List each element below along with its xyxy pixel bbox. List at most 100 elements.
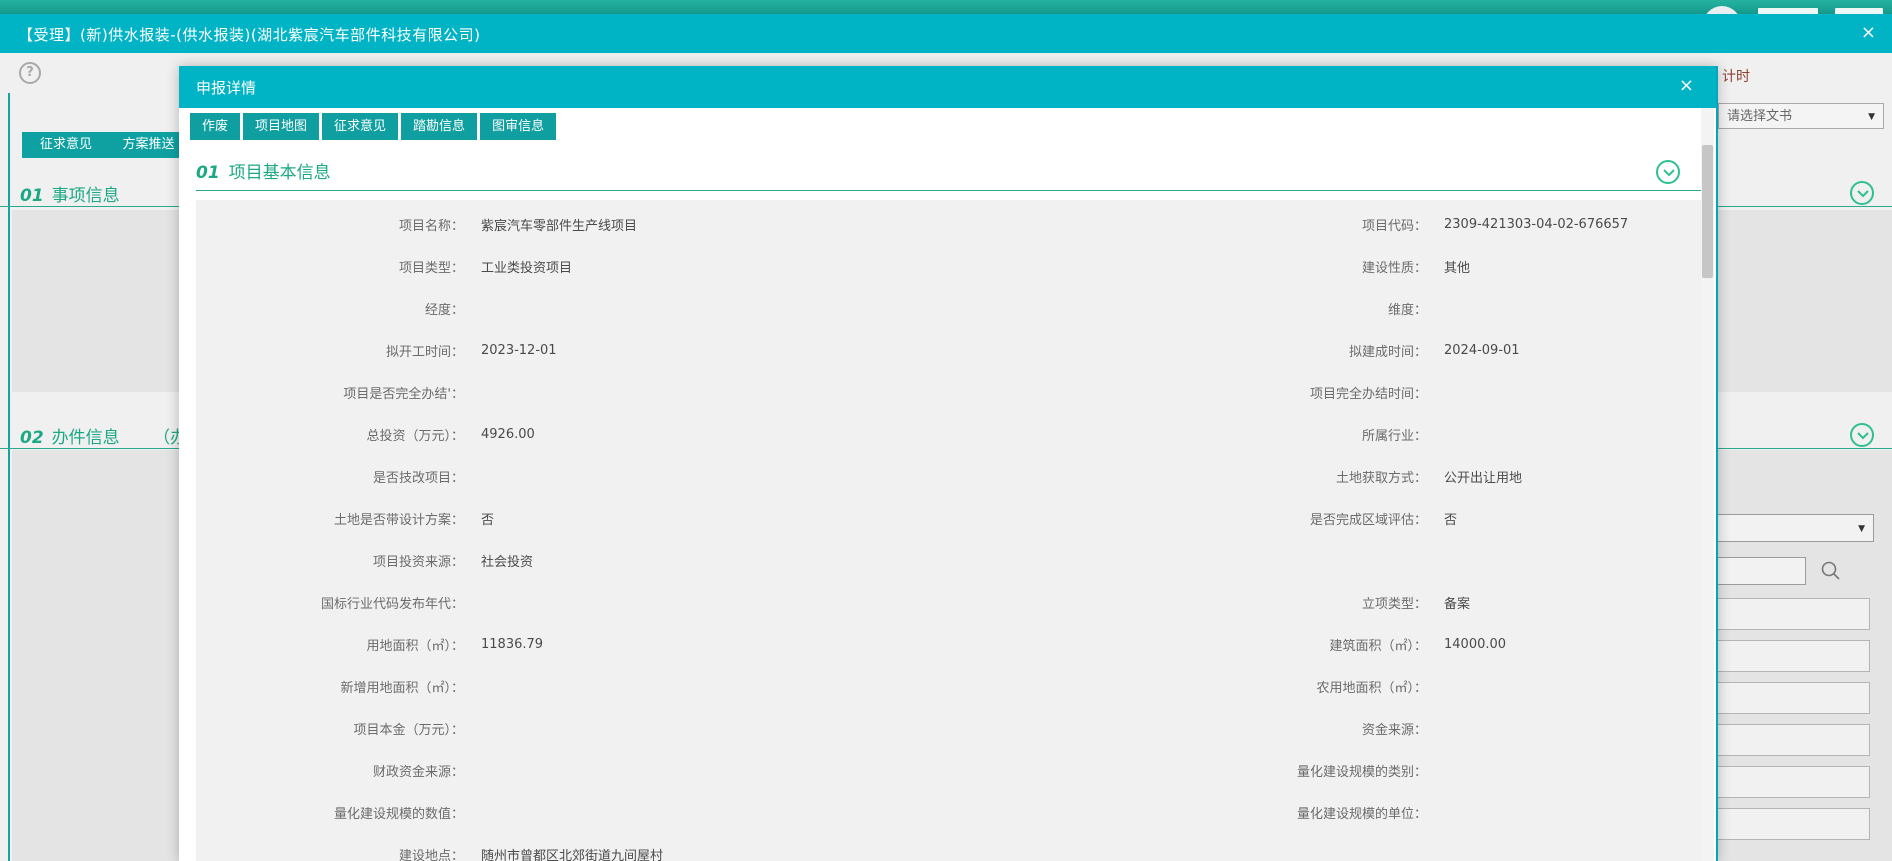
field-cell: 量化建设规模的单位： (949, 803, 1702, 822)
field-cell: 拟建成时间：2024-09-01 (949, 341, 1702, 360)
bg-right-input-2[interactable] (1706, 640, 1870, 672)
field-cell: 立项类型： 备案 (949, 593, 1702, 612)
window-close-icon[interactable]: × (1857, 22, 1880, 44)
field-value: 否 (1444, 509, 1457, 528)
bg-right-input-1[interactable] (1706, 598, 1870, 630)
field-label: 量化建设规模的类别： (949, 761, 1427, 780)
field-value: 2309-421303-04-02-676657 (1444, 217, 1628, 232)
bg-section2-title: 办件信息 (52, 428, 120, 448)
modal-close-icon[interactable]: × (1679, 75, 1694, 96)
field-value: 随州市曾都区北郊街道九间屋村 (481, 845, 663, 861)
field-cell: 财政资金来源： (196, 761, 949, 780)
collapse-chevron-icon[interactable] (1656, 160, 1680, 184)
field-row: 经度：维度： (196, 287, 1702, 329)
field-label: 维度： (949, 299, 1427, 318)
field-cell: 总投资（万元）： 4926.00 (196, 425, 949, 444)
help-icon[interactable]: ? (19, 62, 41, 84)
field-row: 项目本金（万元）： 资金来源： (196, 707, 1702, 749)
window-title-bar: 【受理】(新)供水报装-(供水报装)(湖北紫宸汽车部件科技有限公司) × (0, 14, 1892, 53)
field-label: 项目是否完全办结'： (196, 383, 464, 402)
bg-section2-number: 02 (20, 428, 44, 448)
user-avatar[interactable] (1703, 6, 1741, 14)
field-value: 2023-12-01 (481, 343, 557, 358)
modal-scrollbar-thumb[interactable] (1702, 145, 1713, 278)
field-value: 2024-09-01 (1444, 343, 1520, 358)
field-value: 否 (481, 509, 494, 528)
field-value: 其他 (1444, 257, 1470, 276)
field-cell: 量化建设规模的类别： (949, 761, 1702, 780)
declaration-detail-modal: 申报详情 × 作废项目地图征求意见踏勘信息图审信息 01项目基本信息 项目名称：… (179, 66, 1718, 861)
bg-right-input-4[interactable] (1706, 724, 1870, 756)
search-icon[interactable] (1820, 560, 1842, 582)
field-cell: 项目代码：2309-421303-04-02-676657 (949, 215, 1702, 234)
field-cell: 国标行业代码发布年代： (196, 593, 949, 612)
modal-toolbar-button-0[interactable]: 作废 (190, 113, 240, 140)
modal-scrollbar-track[interactable] (1701, 108, 1714, 861)
field-label: 建筑面积（㎡）： (949, 635, 1427, 654)
field-row: 建设地点：随州市曾都区北郊街道九间屋村 (196, 833, 1702, 861)
field-value: 14000.00 (1444, 637, 1506, 652)
collapse-chevron-icon[interactable] (1850, 181, 1874, 205)
field-row: 是否技改项目： 土地获取方式：公开出让用地 (196, 455, 1702, 497)
field-label: 是否完成区域评估： (949, 509, 1427, 528)
field-cell: 新增用地面积（㎡）： (196, 677, 949, 696)
modal-section-title: 项目基本信息 (229, 163, 331, 183)
field-cell: 农用地面积（㎡）： (949, 677, 1702, 696)
field-cell: 项目完全办结时间： (949, 383, 1702, 402)
window-title: 【受理】(新)供水报装-(供水报装)(湖北紫宸汽车部件科技有限公司) (18, 24, 481, 45)
field-cell: 用地面积（㎡）：11836.79 (196, 635, 949, 654)
modal-title: 申报详情 (196, 77, 256, 98)
field-label: 土地获取方式： (949, 467, 1427, 486)
bg-right-input-3[interactable] (1706, 682, 1870, 714)
field-cell: 项目是否完全办结'： (196, 383, 949, 402)
modal-toolbar: 作废项目地图征求意见踏勘信息图审信息 (190, 113, 556, 140)
field-value: 工业类投资项目 (481, 257, 572, 276)
field-cell: 土地是否带设计方案： 否 (196, 509, 949, 528)
field-label: 总投资（万元）： (196, 425, 464, 444)
field-row: 项目投资来源：社会投资 (196, 539, 1702, 581)
bg-section1-number: 01 (20, 186, 44, 206)
field-value: 11836.79 (481, 637, 543, 652)
field-value: 备案 (1444, 593, 1470, 612)
field-label: 新增用地面积（㎡）： (196, 677, 464, 696)
field-row: 国标行业代码发布年代：立项类型： 备案 (196, 581, 1702, 623)
field-cell: 维度： (949, 299, 1702, 318)
field-cell: 项目类型：工业类投资项目 (196, 257, 949, 276)
field-value: 4926.00 (481, 427, 535, 442)
field-cell: 资金来源： (949, 719, 1702, 738)
field-cell: 建设性质： 其他 (949, 257, 1702, 276)
modal-toolbar-button-2[interactable]: 征求意见 (322, 113, 398, 140)
field-row: 项目类型：工业类投资项目建设性质： 其他 (196, 245, 1702, 287)
modal-toolbar-button-3[interactable]: 踏勘信息 (401, 113, 477, 140)
bg-right-input-5[interactable] (1706, 766, 1870, 798)
field-label: 项目名称： (196, 215, 464, 234)
field-row: 财政资金来源： 量化建设规模的类别： (196, 749, 1702, 791)
field-label: 量化建设规模的单位： (949, 803, 1427, 822)
field-cell: 是否技改项目： (196, 467, 949, 486)
bg-right-input-6[interactable] (1706, 808, 1870, 840)
field-label: 财政资金来源： (196, 761, 464, 780)
field-label: 土地是否带设计方案： (196, 509, 464, 528)
document-select[interactable]: 请选择文书 ▼ (1718, 103, 1884, 129)
field-label: 立项类型： (949, 593, 1427, 612)
field-label: 项目本金（万元）： (196, 719, 464, 738)
bg-button-solicit-opinions[interactable]: 征求意见 (22, 132, 110, 158)
collapse-chevron-icon[interactable] (1850, 423, 1874, 447)
modal-toolbar-button-1[interactable]: 项目地图 (243, 113, 319, 140)
field-cell: 拟开工时间：2023-12-01 (196, 341, 949, 360)
modal-section-project-basic-info: 01项目基本信息 (196, 158, 1702, 191)
left-border-line (8, 93, 10, 861)
bg-right-search-input[interactable] (1712, 557, 1806, 585)
field-label: 建设性质： (949, 257, 1427, 276)
modal-toolbar-button-4[interactable]: 图审信息 (480, 113, 556, 140)
field-cell: 经度： (196, 299, 949, 318)
field-cell: 土地获取方式：公开出让用地 (949, 467, 1702, 486)
field-row: 新增用地面积（㎡）： 农用地面积（㎡）： (196, 665, 1702, 707)
field-cell: 是否完成区域评估： 否 (949, 509, 1702, 528)
field-cell: 项目本金（万元）： (196, 719, 949, 738)
field-cell: 项目投资来源：社会投资 (196, 551, 949, 570)
modal-body: 项目名称： 紫宸汽车零部件生产线项目 项目代码：2309-421303-04-02-… (196, 200, 1702, 861)
field-label: 是否技改项目： (196, 467, 464, 486)
bg-right-select[interactable]: ▼ (1712, 514, 1874, 542)
field-value: 紫宸汽车零部件生产线项目 (481, 215, 637, 234)
